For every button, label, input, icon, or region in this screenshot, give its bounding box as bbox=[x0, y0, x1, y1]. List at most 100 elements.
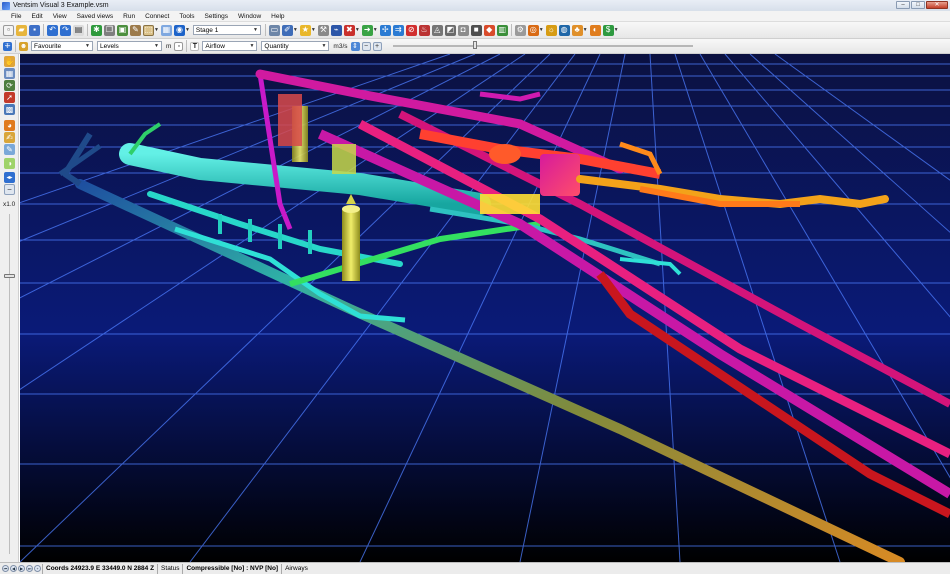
text-icon[interactable]: T bbox=[190, 41, 200, 51]
prev-page-icon[interactable]: ◀ bbox=[10, 565, 17, 572]
menu-help[interactable]: Help bbox=[266, 13, 289, 20]
pump-chamber[interactable] bbox=[540, 154, 580, 196]
stage-select[interactable]: Stage 1 ▼ bbox=[192, 25, 261, 35]
minimize-button[interactable]: – bbox=[896, 1, 910, 9]
chevron-down-icon[interactable]: ▼ bbox=[373, 27, 378, 33]
3d-model-view[interactable] bbox=[20, 54, 950, 562]
grid-view-icon[interactable]: ▦ bbox=[4, 68, 15, 79]
chevron-down-icon[interactable]: ▼ bbox=[185, 27, 190, 33]
slider-thumb[interactable] bbox=[472, 40, 477, 49]
cube-icon[interactable]: ◆ bbox=[483, 24, 495, 36]
draw-icon[interactable]: ✐ bbox=[281, 24, 293, 36]
airways-label: Airways bbox=[281, 563, 311, 574]
presentation-icon[interactable]: ▭ bbox=[268, 24, 280, 36]
zoom-out-icon[interactable]: − bbox=[361, 41, 371, 51]
link-icon[interactable]: ⌁ bbox=[330, 24, 342, 36]
airflow-select[interactable]: Airflow ▼ bbox=[202, 41, 258, 51]
rotate-icon[interactable]: ⟳ bbox=[4, 80, 15, 91]
fan-chamber[interactable] bbox=[489, 144, 521, 164]
chevron-down-icon[interactable]: ▼ bbox=[614, 27, 619, 33]
print-icon[interactable]: ▤ bbox=[73, 24, 84, 36]
red-shaft[interactable] bbox=[278, 94, 302, 146]
first-page-icon[interactable]: ⏮ bbox=[2, 565, 9, 572]
menu-settings[interactable]: Settings bbox=[200, 13, 234, 20]
chevron-down-icon[interactable]: ▼ bbox=[311, 27, 316, 33]
heat-simulate-icon[interactable]: ☼ bbox=[545, 24, 557, 36]
lock-icon[interactable]: ■ bbox=[470, 24, 482, 36]
menu-tools[interactable]: Tools bbox=[174, 13, 199, 20]
vertical-slider-track bbox=[9, 214, 10, 554]
gas-simulate-icon[interactable]: ◍ bbox=[558, 24, 570, 36]
menu-window[interactable]: Window bbox=[233, 13, 266, 20]
brush-icon[interactable]: ✍ bbox=[4, 132, 15, 143]
select-arrow-icon[interactable]: ➚ bbox=[4, 92, 15, 103]
favourite-icon[interactable]: ☻ bbox=[19, 41, 28, 51]
settings-icon[interactable]: ⚙ bbox=[514, 24, 526, 36]
raise-bore-cylinder[interactable] bbox=[342, 209, 360, 281]
new-file-icon[interactable]: ▫ bbox=[3, 24, 14, 36]
up-down-icon[interactable]: ⇕ bbox=[350, 41, 360, 51]
delete-icon[interactable]: ✖ bbox=[343, 24, 355, 36]
menu-run[interactable]: Run bbox=[118, 13, 140, 20]
chevron-down-icon[interactable]: ▼ bbox=[355, 27, 360, 33]
heat-icon[interactable]: ♨ bbox=[418, 24, 430, 36]
cost-icon[interactable]: $ bbox=[602, 24, 614, 36]
yellow-drive-segment[interactable] bbox=[480, 194, 540, 214]
levels-settings-icon[interactable]: ▫ bbox=[174, 41, 184, 51]
chart-icon[interactable]: ▥ bbox=[496, 24, 508, 36]
save-icon[interactable]: ▪ bbox=[29, 24, 40, 36]
levels-select[interactable]: Levels ▼ bbox=[97, 41, 162, 51]
left-right-arrows-icon[interactable]: ◂▸ bbox=[4, 172, 15, 183]
add-page-icon[interactable]: + bbox=[34, 565, 41, 572]
chevron-down-icon[interactable]: ▼ bbox=[293, 27, 298, 33]
measure-icon[interactable]: ◩ bbox=[444, 24, 456, 36]
edit-icon[interactable]: ✎ bbox=[4, 144, 15, 155]
favourite-select[interactable]: Favourite ▼ bbox=[31, 41, 93, 51]
menu-file[interactable]: File bbox=[6, 13, 26, 20]
paste-icon[interactable]: ▣ bbox=[117, 24, 128, 36]
open-folder-icon[interactable]: ▰ bbox=[16, 24, 27, 36]
chevron-down-icon[interactable]: ▼ bbox=[539, 27, 544, 33]
vertical-slider-thumb[interactable] bbox=[4, 274, 15, 278]
copy-icon[interactable]: ❐ bbox=[104, 24, 115, 36]
tools-icon[interactable]: ✎ bbox=[130, 24, 141, 36]
toggle-icon[interactable]: ◑ bbox=[4, 158, 15, 169]
menu-saved-views[interactable]: Saved views bbox=[72, 13, 119, 20]
grid-icon[interactable]: ⁜ bbox=[3, 41, 12, 51]
zoom-in-icon[interactable]: + bbox=[372, 41, 382, 51]
menu-connect[interactable]: Connect bbox=[140, 13, 174, 20]
double-arrow-icon[interactable]: ⇉ bbox=[392, 24, 404, 36]
filter-icon[interactable]: ◬ bbox=[431, 24, 443, 36]
close-button[interactable]: ✕ bbox=[926, 1, 948, 9]
menu-view[interactable]: View bbox=[48, 13, 72, 20]
dust-icon[interactable]: ◐ bbox=[589, 24, 601, 36]
3d-viewport[interactable] bbox=[20, 54, 950, 562]
color-icon[interactable]: ◕ bbox=[4, 120, 15, 131]
view-mode-icon[interactable]: ▦ bbox=[160, 24, 172, 36]
chevron-down-icon[interactable]: ▼ bbox=[583, 27, 588, 33]
camera-icon[interactable]: ◘ bbox=[457, 24, 469, 36]
network-icon[interactable]: ✱ bbox=[91, 24, 102, 36]
star-icon[interactable]: ★ bbox=[299, 24, 311, 36]
stop-icon[interactable]: ⊘ bbox=[405, 24, 417, 36]
menu-edit[interactable]: Edit bbox=[26, 13, 47, 20]
display-slider[interactable] bbox=[392, 39, 693, 54]
arrow-right-icon[interactable]: ➜ bbox=[361, 24, 373, 36]
maximize-button[interactable]: □ bbox=[911, 1, 925, 9]
fire-icon[interactable]: ♣ bbox=[571, 24, 583, 36]
yellow-fan-house[interactable] bbox=[332, 144, 356, 174]
quantity-select[interactable]: Quantity ▼ bbox=[261, 41, 330, 51]
next-page-icon[interactable]: ▶ bbox=[18, 565, 25, 572]
undo-icon[interactable]: ↶ bbox=[47, 24, 58, 36]
redo-icon[interactable]: ↷ bbox=[60, 24, 71, 36]
chevron-down-icon[interactable]: ▼ bbox=[154, 27, 159, 33]
picture-icon[interactable]: ▩ bbox=[4, 104, 15, 115]
globe-icon[interactable]: ◉ bbox=[173, 24, 185, 36]
simulate-icon[interactable]: ◎ bbox=[527, 24, 539, 36]
pan-icon[interactable]: ✋ bbox=[4, 56, 15, 67]
zoom-out-icon[interactable]: − bbox=[4, 184, 15, 195]
wrench-icon[interactable]: ⚒ bbox=[317, 24, 329, 36]
select-mode-icon[interactable]: ⬚ bbox=[143, 24, 154, 36]
fan-icon[interactable]: ✢ bbox=[379, 24, 391, 36]
last-page-icon[interactable]: ⏭ bbox=[26, 565, 33, 572]
